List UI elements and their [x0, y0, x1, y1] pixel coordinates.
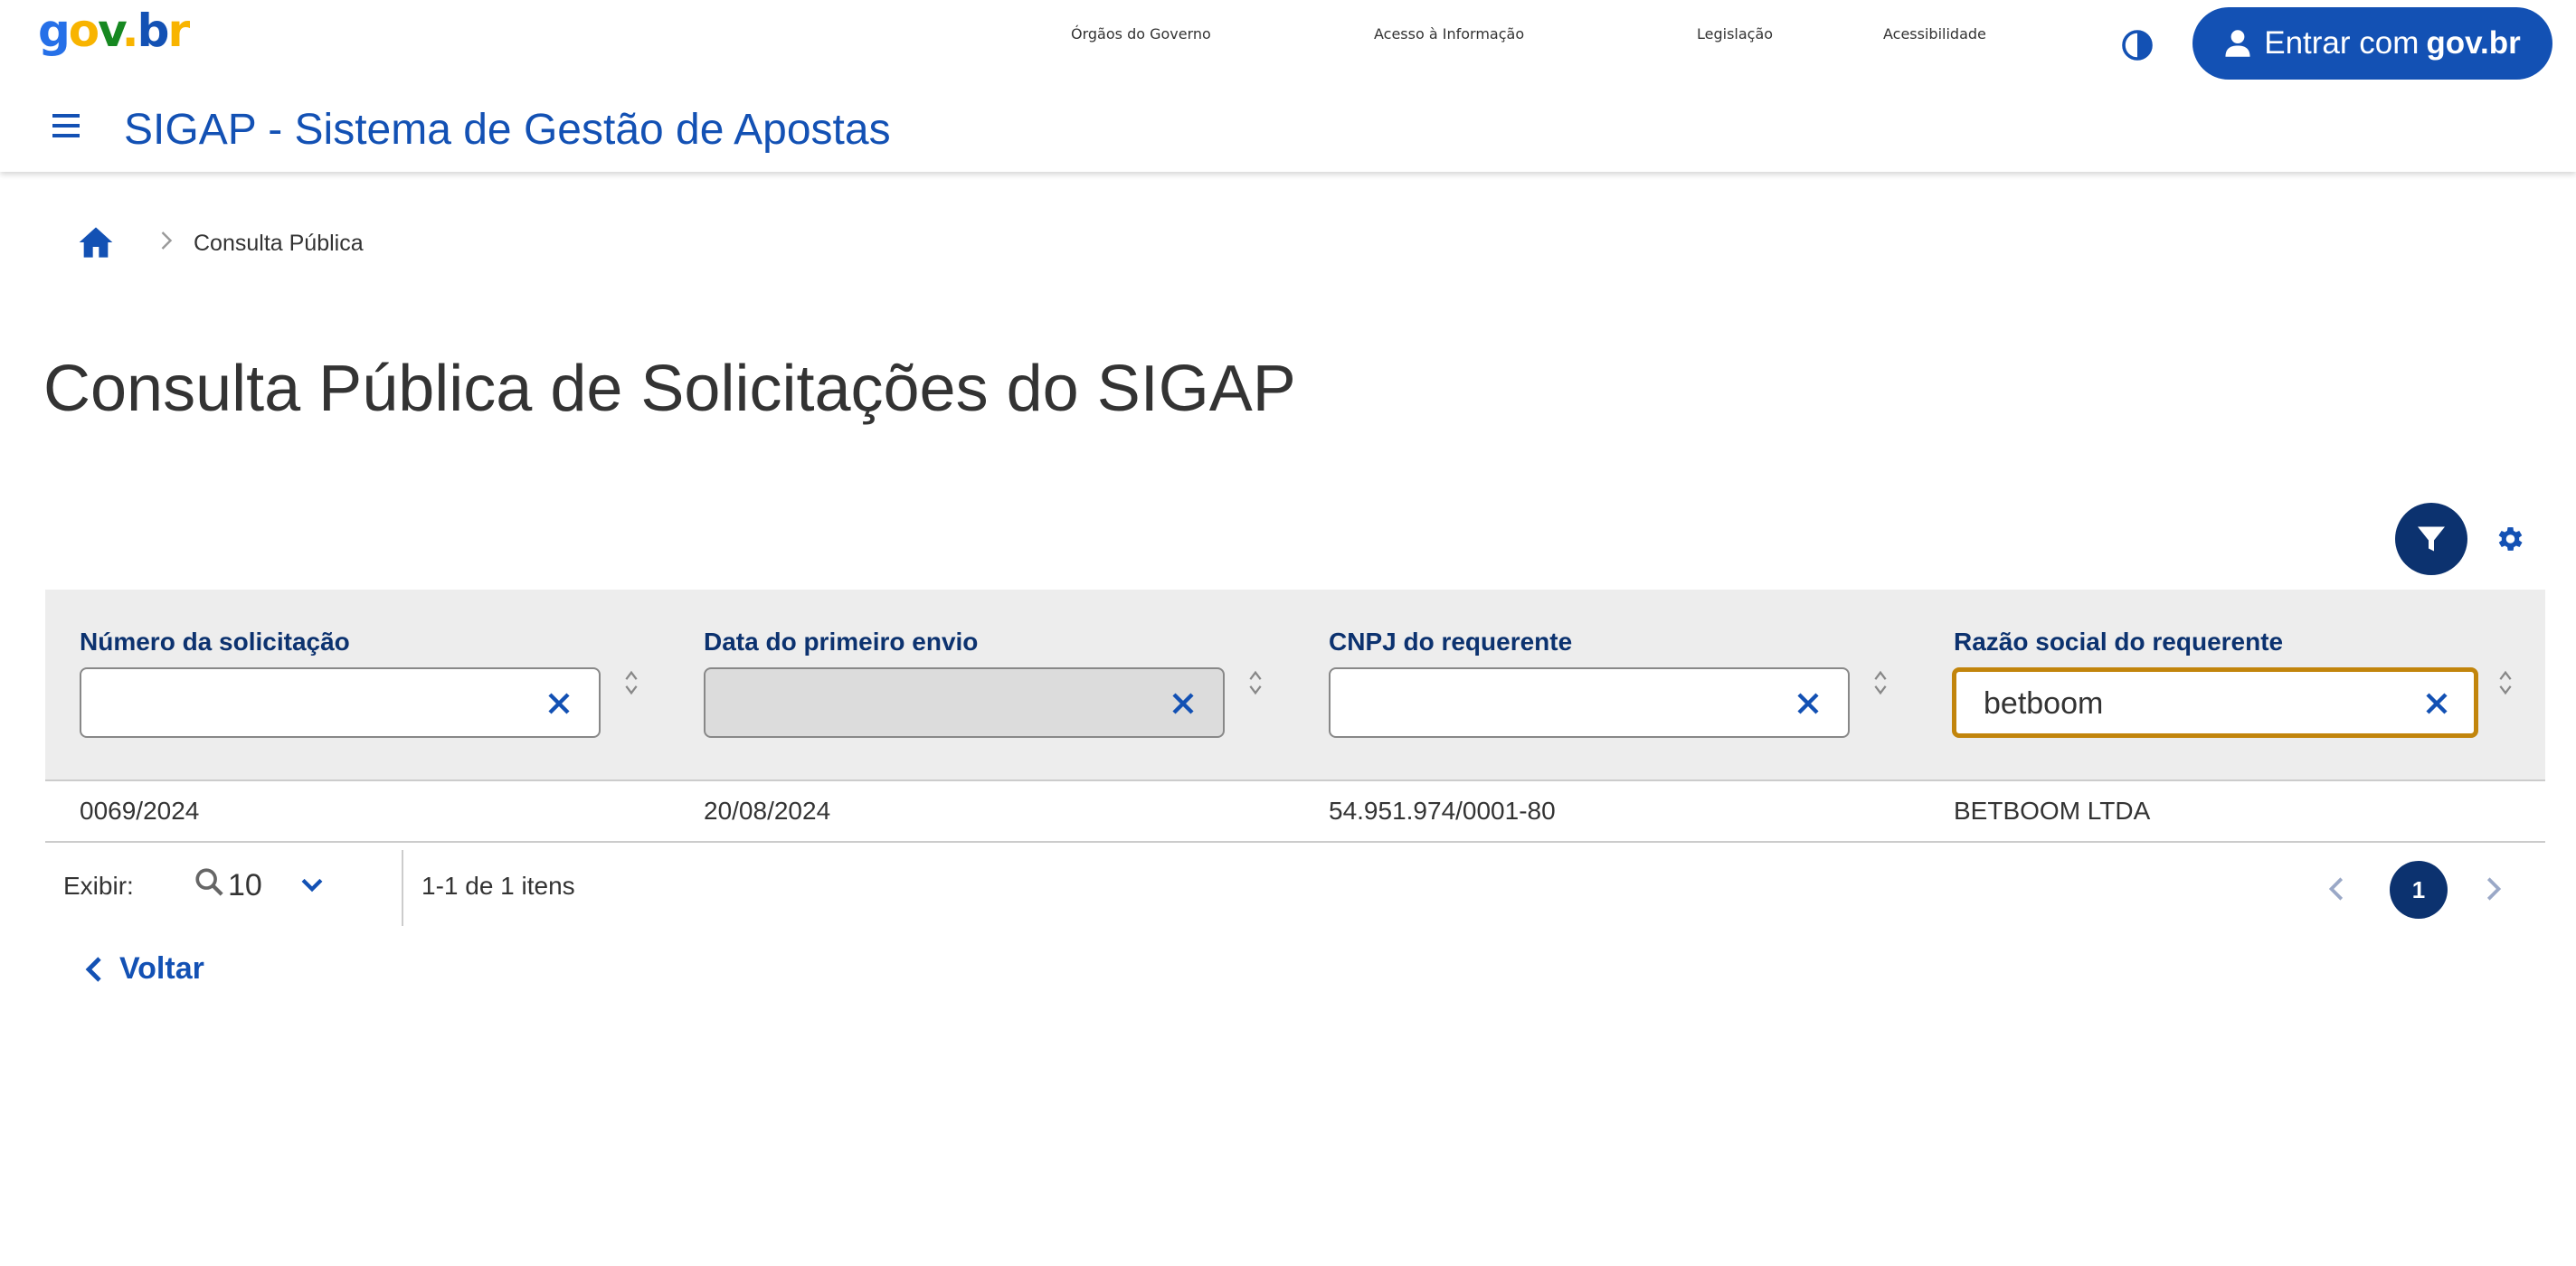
next-page-icon[interactable]	[2478, 875, 2505, 902]
table-row[interactable]: 0069/2024 20/08/2024 54.951.974/0001-80 …	[45, 781, 2545, 843]
cell-data: 20/08/2024	[704, 797, 831, 825]
login-label: Entrar com	[2264, 25, 2420, 61]
clear-icon[interactable]	[1794, 689, 1823, 718]
table-header: Número da solicitação Data do primeiro e…	[45, 590, 2545, 781]
column-label: Número da solicitação	[80, 628, 350, 656]
login-button[interactable]: Entrar com gov.br	[2192, 7, 2552, 80]
filter-button[interactable]	[2395, 503, 2467, 575]
home-icon[interactable]	[78, 224, 114, 260]
cnpj-filter-field[interactable]	[1329, 667, 1850, 738]
logo-letter: b	[137, 5, 170, 57]
chevron-left-icon	[85, 956, 101, 982]
logo-letter: o	[68, 5, 99, 57]
razao-social-filter-input[interactable]	[1984, 682, 2382, 725]
column-label: Data do primeiro envio	[704, 628, 979, 656]
numero-filter-field[interactable]	[80, 667, 601, 738]
back-link[interactable]: Voltar	[83, 951, 204, 987]
nav-link-orgaos[interactable]: Órgãos do Governo	[1071, 25, 1211, 43]
site-header: gov.br Órgãos do Governo Acesso à Inform…	[0, 0, 2576, 172]
data-filter-field[interactable]	[704, 667, 1225, 738]
sort-icon[interactable]	[1246, 667, 1264, 698]
back-label: Voltar	[119, 951, 204, 986]
nav-link-legislacao[interactable]: Legislação	[1697, 25, 1773, 43]
chevron-down-icon[interactable]	[297, 870, 327, 901]
cell-razao-social: BETBOOM LTDA	[1954, 797, 2151, 825]
settings-button[interactable]	[2489, 519, 2529, 559]
sort-icon[interactable]	[1871, 667, 1889, 698]
column-label: CNPJ do requerente	[1329, 628, 1573, 656]
app-title[interactable]: SIGAP - Sistema de Gestão de Apostas	[124, 101, 891, 159]
razao-social-filter-field[interactable]	[1952, 667, 2478, 738]
login-brand: gov.br	[2426, 25, 2521, 61]
page-size-value[interactable]: 10	[228, 868, 262, 903]
clear-icon[interactable]	[2422, 689, 2451, 718]
clear-icon[interactable]	[545, 689, 573, 718]
page-title: Consulta Pública de Solicitações do SIGA…	[43, 353, 1296, 425]
sort-icon[interactable]	[2496, 667, 2514, 698]
cnpj-filter-input[interactable]	[1358, 682, 1756, 725]
clear-icon[interactable]	[1169, 689, 1198, 718]
breadcrumb-current: Consulta Pública	[194, 231, 364, 256]
logo-letter: v	[98, 5, 123, 57]
nav-link-acessibilidade[interactable]: Acessibilidade	[1883, 25, 1986, 43]
cell-numero: 0069/2024	[80, 797, 200, 825]
govbr-logo[interactable]: gov.br	[38, 4, 190, 58]
gear-icon	[2498, 527, 2523, 551]
previous-page-icon[interactable]	[2325, 875, 2352, 902]
filter-icon	[2418, 526, 2445, 552]
column-label: Razão social do requerente	[1954, 628, 2284, 656]
sort-icon[interactable]	[622, 667, 640, 698]
logo-letter: g	[38, 5, 71, 57]
user-icon	[2225, 30, 2250, 57]
chevron-right-icon	[161, 231, 173, 250]
page-size-label: Exibir:	[63, 872, 134, 900]
table-pagination: Exibir: 10 1-1 de 1 itens 1	[45, 843, 2545, 933]
contrast-icon[interactable]	[2121, 29, 2154, 61]
menu-icon[interactable]	[52, 114, 80, 137]
search-icon	[195, 868, 223, 896]
nav-link-acesso-informacao[interactable]: Acesso à Informação	[1374, 25, 1524, 43]
page-button-current[interactable]: 1	[2390, 861, 2448, 919]
items-range: 1-1 de 1 itens	[421, 872, 575, 900]
results-table: Número da solicitação Data do primeiro e…	[45, 590, 2545, 933]
numero-filter-input[interactable]	[109, 682, 507, 725]
logo-letter: r	[167, 5, 190, 57]
data-filter-input[interactable]	[733, 682, 1131, 725]
divider	[402, 850, 403, 926]
logo-letter: .	[121, 5, 139, 57]
cell-cnpj: 54.951.974/0001-80	[1329, 797, 1556, 825]
